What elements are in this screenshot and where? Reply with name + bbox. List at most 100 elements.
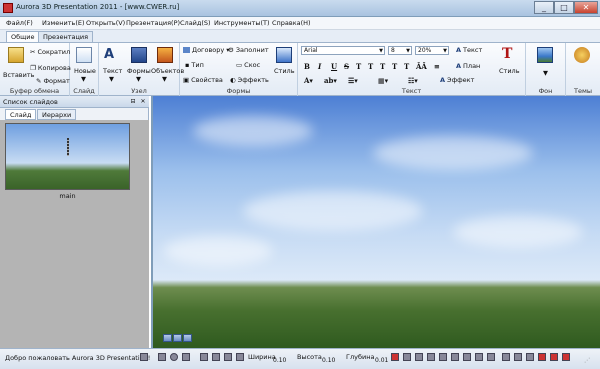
align-bottom-icon[interactable] bbox=[463, 353, 471, 361]
tab-slide[interactable]: Слайд bbox=[5, 109, 37, 120]
tab-general[interactable]: Общие bbox=[6, 31, 40, 42]
themes-icon[interactable] bbox=[574, 47, 590, 63]
menu-open[interactable]: Открыть(V) bbox=[86, 19, 125, 27]
slide-group-label: Слайд bbox=[73, 87, 95, 95]
text-case-icon[interactable]: ĀĀ bbox=[416, 62, 427, 71]
bold-button[interactable]: B bbox=[304, 62, 310, 71]
light-icon[interactable] bbox=[170, 353, 178, 361]
bevel-button[interactable]: ▭ Скос bbox=[236, 61, 260, 69]
menu-file[interactable]: Файл(F) bbox=[6, 19, 33, 27]
height-label: Высота bbox=[297, 353, 322, 361]
format-button[interactable]: ✎ Формат bbox=[36, 77, 70, 85]
new-slide-dropdown-icon[interactable]: ▼ bbox=[81, 75, 86, 83]
slide-list-title: Список слайдов bbox=[3, 98, 58, 106]
layout-2-icon[interactable] bbox=[514, 353, 522, 361]
underline-button[interactable]: U bbox=[331, 62, 337, 71]
view-prev-icon[interactable] bbox=[163, 334, 172, 342]
align-button[interactable]: ☰▾ bbox=[348, 76, 358, 85]
menu-edit[interactable]: Изменить(E) bbox=[42, 19, 85, 27]
font-select[interactable]: Arial ▼ bbox=[301, 46, 385, 55]
text-color-button[interactable]: A▾ bbox=[304, 76, 313, 85]
contract-button[interactable]: Договору ▾ bbox=[183, 46, 230, 54]
indent-button[interactable]: ▦▾ bbox=[378, 76, 388, 85]
rotate-tool-icon[interactable] bbox=[224, 353, 232, 361]
font-size-select[interactable]: 8 ▼ bbox=[388, 46, 412, 55]
slide-thumbnail[interactable] bbox=[5, 123, 130, 190]
tab-presentation[interactable]: Презентация bbox=[38, 31, 94, 42]
type-button[interactable]: ▪ Тип bbox=[185, 61, 204, 69]
fill-button[interactable]: ⚙ Заполнит bbox=[228, 46, 269, 54]
background-dropdown-icon[interactable]: ▼ bbox=[543, 69, 548, 77]
depth-value[interactable]: 0.01 bbox=[375, 357, 388, 364]
copy-button[interactable]: ❐ Копирова bbox=[30, 64, 71, 72]
shapes-button[interactable]: Формы bbox=[127, 67, 151, 75]
layout-1-icon[interactable] bbox=[502, 353, 510, 361]
grid-icon[interactable] bbox=[487, 353, 495, 361]
render-r2-icon[interactable] bbox=[550, 353, 558, 361]
view-next-icon[interactable] bbox=[183, 334, 192, 342]
plan-button[interactable]: A План bbox=[456, 62, 480, 70]
menu-help[interactable]: Справка(H) bbox=[272, 19, 311, 27]
italic-button[interactable]: I bbox=[318, 62, 321, 71]
width-value[interactable]: 0.10 bbox=[273, 357, 286, 364]
text-effect-button[interactable]: A Эффект bbox=[440, 76, 474, 84]
view-nav-controls[interactable] bbox=[163, 334, 195, 344]
highlight-button[interactable]: ab▾ bbox=[324, 76, 337, 85]
text-button[interactable]: Текст bbox=[103, 67, 122, 75]
properties-button[interactable]: ▣ Свойства bbox=[183, 76, 223, 84]
cut-button[interactable]: ✂ Сократил bbox=[30, 48, 70, 56]
align-right-icon[interactable] bbox=[427, 353, 435, 361]
kerning-button[interactable]: ≡ bbox=[434, 62, 440, 71]
effect-button[interactable]: ◐ Эффекть bbox=[230, 76, 269, 84]
subscript-button[interactable]: T bbox=[368, 62, 373, 71]
align-top-icon[interactable] bbox=[439, 353, 447, 361]
scissors-icon: ✂ bbox=[30, 48, 36, 56]
menu-presentation[interactable]: Презентация(P) bbox=[126, 19, 180, 27]
objects-dropdown-icon[interactable]: ▼ bbox=[162, 75, 167, 83]
render-r3-icon[interactable] bbox=[562, 353, 570, 361]
menu-slide[interactable]: Слайд(S) bbox=[180, 19, 211, 27]
text-style-button[interactable]: A Текст bbox=[456, 46, 482, 54]
align-left-icon[interactable] bbox=[403, 353, 411, 361]
text-style-big-button[interactable]: Стиль bbox=[499, 67, 520, 75]
bullets-button[interactable]: ☷▾ bbox=[408, 76, 418, 85]
close-button[interactable]: ✕ bbox=[574, 1, 598, 14]
record-icon[interactable] bbox=[391, 353, 399, 361]
new-slide-button[interactable]: Новые bbox=[74, 67, 96, 75]
view-home-icon[interactable] bbox=[173, 334, 182, 342]
tab-hierarchy[interactable]: Иерархи bbox=[37, 109, 77, 120]
render-icon[interactable] bbox=[158, 353, 166, 361]
uppercase-button[interactable]: T bbox=[380, 62, 385, 71]
strikethrough-button[interactable]: S bbox=[344, 62, 349, 71]
move-tool-icon[interactable] bbox=[212, 353, 220, 361]
resize-grip-icon[interactable]: ⋰ bbox=[584, 357, 590, 364]
shapes-dropdown-icon[interactable]: ▼ bbox=[136, 75, 141, 83]
menu-tools[interactable]: Инструменты(T) bbox=[214, 19, 270, 27]
distribute-icon[interactable] bbox=[475, 353, 483, 361]
align-middle-icon[interactable] bbox=[451, 353, 459, 361]
maximize-button[interactable]: □ bbox=[554, 1, 574, 14]
shape-style-button[interactable]: Стиль bbox=[274, 67, 295, 75]
scale-tool-icon[interactable] bbox=[236, 353, 244, 361]
pin-icon[interactable]: ⊟ bbox=[129, 98, 137, 106]
smallcaps-button[interactable]: T bbox=[392, 62, 397, 71]
paste-button[interactable]: Вставить bbox=[3, 71, 34, 79]
render-r1-icon[interactable] bbox=[538, 353, 546, 361]
char-spacing-button[interactable]: T bbox=[404, 62, 409, 71]
minimize-button[interactable]: _ bbox=[534, 1, 554, 14]
height-value[interactable]: 0.10 bbox=[322, 357, 335, 364]
align-center-icon[interactable] bbox=[415, 353, 423, 361]
camera-icon[interactable] bbox=[182, 353, 190, 361]
object-marker bbox=[67, 138, 69, 156]
background-group-label: Фон bbox=[538, 87, 553, 95]
panel-close-icon[interactable]: ✕ bbox=[139, 98, 147, 106]
slide-name: main bbox=[59, 192, 76, 200]
zoom-select[interactable]: 20% ▼ bbox=[415, 46, 449, 55]
select-tool-icon[interactable] bbox=[200, 353, 208, 361]
text-dropdown-icon[interactable]: ▼ bbox=[109, 75, 114, 83]
slide-canvas[interactable] bbox=[151, 96, 600, 348]
plan-label: План bbox=[463, 62, 481, 70]
cloud bbox=[453, 216, 583, 248]
layout-3-icon[interactable] bbox=[526, 353, 534, 361]
superscript-button[interactable]: T bbox=[356, 62, 361, 71]
